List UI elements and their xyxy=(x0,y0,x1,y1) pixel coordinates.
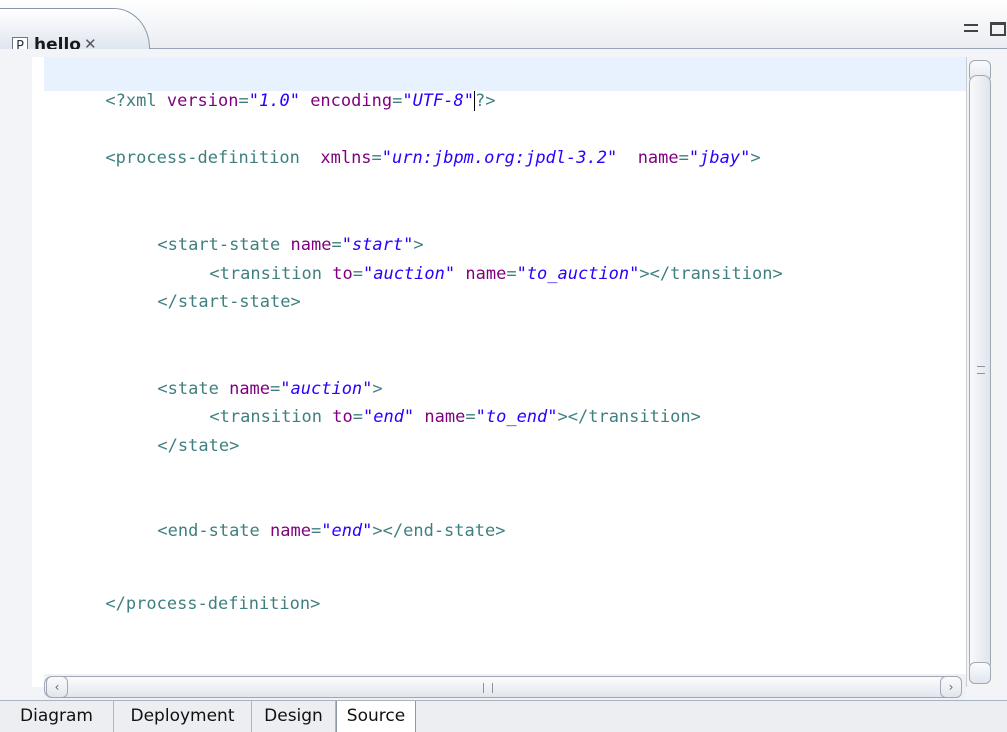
code-line-start-state-open: <start-state name="start"> xyxy=(157,235,424,255)
editor-gutter xyxy=(32,57,44,687)
tab-source[interactable]: Source xyxy=(336,701,416,732)
code-line-state-open: <state name="auction"> xyxy=(157,379,383,399)
code-line-process-definition-close: </process-definition> xyxy=(105,594,321,614)
code-line-xml-declaration: <?xml version="1.0" encoding="UTF-8"?> xyxy=(105,91,496,111)
code-line-transition-to-end: <transition to="end" name="to_end"></tra… xyxy=(209,407,701,427)
vertical-scroll-thumb[interactable] xyxy=(969,75,991,671)
editor-tab-hello[interactable]: P hello ✕ xyxy=(0,8,150,55)
code-line-end-state: <end-state name="end"></end-state> xyxy=(157,521,506,541)
horizontal-scrollbar[interactable]: ‹ › xyxy=(44,674,966,700)
editor-title-bar: P hello ✕ xyxy=(0,0,1007,55)
tab-deployment[interactable]: Deployment xyxy=(114,701,252,732)
xml-source-editor[interactable]: <?xml version="1.0" encoding="UTF-8"?> <… xyxy=(0,49,1007,700)
scroll-grip-icon xyxy=(977,366,985,374)
scroll-right-button[interactable]: › xyxy=(940,676,962,698)
horizontal-scroll-thumb[interactable] xyxy=(44,676,956,698)
maximize-icon[interactable] xyxy=(990,22,1006,36)
code-line-state-close: </state> xyxy=(157,436,240,456)
tab-diagram[interactable]: Diagram xyxy=(0,701,114,732)
scroll-left-button[interactable]: ‹ xyxy=(46,676,68,698)
tab-design[interactable]: Design xyxy=(252,701,336,732)
code-line-transition-to-auction: <transition to="auction" name="to_auctio… xyxy=(209,264,783,284)
code-line-start-state-close: </start-state> xyxy=(157,292,301,312)
text-caret: ?> xyxy=(473,91,496,111)
minimize-icon[interactable] xyxy=(964,24,978,32)
code-area[interactable]: <?xml version="1.0" encoding="UTF-8"?> <… xyxy=(44,57,966,687)
scroll-grip-icon xyxy=(483,683,493,693)
code-line-process-definition-open: <process-definition xmlns="urn:jbpm.org:… xyxy=(105,148,761,168)
scroll-down-button[interactable] xyxy=(969,662,991,684)
editor-page-tabs: Diagram Deployment Design Source xyxy=(0,700,1007,732)
vertical-scrollbar[interactable] xyxy=(966,57,995,687)
